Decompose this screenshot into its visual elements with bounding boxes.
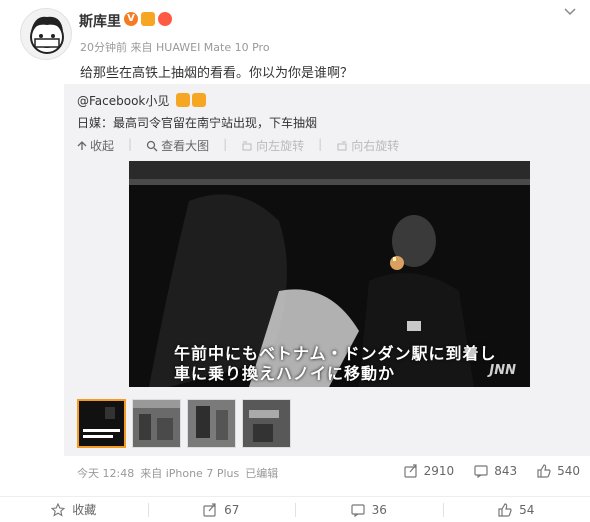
rotate-right-button[interactable]: 向右旋转 bbox=[336, 137, 399, 154]
username[interactable]: 斯库里 bbox=[79, 11, 121, 31]
comment-icon bbox=[474, 465, 488, 478]
avatar-cartoon-icon bbox=[30, 16, 64, 54]
original-post-meta: 今天 12:48 来自 iPhone 7 Plus 已编辑 bbox=[77, 465, 278, 481]
thumbs-up-icon bbox=[537, 464, 551, 478]
original-like-button[interactable]: 540 bbox=[537, 464, 580, 478]
post-text: 给那些在高铁上抽烟的看看。你以为你是谁啊？ bbox=[80, 66, 354, 81]
original-post-source: 来自 iPhone 7 Plus bbox=[140, 467, 240, 480]
favorite-button[interactable]: 收藏 bbox=[0, 497, 148, 522]
verified-icon[interactable]: V bbox=[124, 12, 138, 26]
broadcaster-watermark: JNN bbox=[489, 363, 516, 378]
original-author-link[interactable]: @Facebook小见 bbox=[77, 92, 169, 109]
rotate-right-icon bbox=[337, 141, 347, 150]
arrow-up-icon bbox=[77, 140, 87, 150]
original-post-time[interactable]: 今天 12:48 bbox=[77, 465, 134, 481]
chevron-down-icon[interactable] bbox=[564, 8, 576, 16]
view-large-button[interactable]: 查看大图 bbox=[146, 137, 209, 154]
like-button[interactable]: 54 bbox=[442, 497, 590, 522]
user-badges: V bbox=[124, 12, 172, 26]
verified-icon[interactable] bbox=[176, 93, 190, 107]
post-meta: 20分钟前 来自 HUAWEI Mate 10 Pro bbox=[80, 41, 270, 54]
member-crown-icon[interactable] bbox=[192, 93, 206, 107]
divider: | bbox=[318, 137, 323, 151]
thumbnail-3[interactable] bbox=[187, 399, 236, 448]
original-post-text: 日媒：最高司令官留在南宁站出现，下车抽烟 bbox=[77, 116, 318, 130]
member-crown-icon[interactable] bbox=[141, 12, 155, 26]
collapse-button[interactable]: 收起 bbox=[77, 137, 114, 154]
repost-icon bbox=[203, 502, 216, 517]
thumbnail-1[interactable] bbox=[77, 399, 126, 448]
rotate-left-button[interactable]: 向左旋转 bbox=[241, 137, 304, 154]
star-icon bbox=[51, 502, 66, 517]
divider: | bbox=[128, 137, 133, 151]
comment-icon bbox=[351, 503, 365, 517]
thumbnail-strip bbox=[77, 399, 291, 448]
repost-block: @Facebook小见 日媒：最高司令官留在南宁站出现，下车抽烟 收起 | 查看… bbox=[64, 84, 590, 480]
avatar[interactable] bbox=[20, 8, 72, 60]
main-photo[interactable]: 午前中にもベトナム・ドンダン駅に到着し 車に乗り換えハノイに移動か JNN bbox=[129, 161, 530, 387]
thumbs-up-icon bbox=[498, 502, 512, 517]
original-post-stats: 2910 843 540 bbox=[404, 464, 580, 478]
subtitle-line-2: 車に乗り換えハノイに移動か bbox=[174, 364, 396, 383]
level-badge-icon[interactable] bbox=[158, 12, 172, 26]
magnify-icon bbox=[146, 140, 158, 151]
action-bar: 收藏 67 36 54 bbox=[0, 496, 590, 522]
original-repost-button[interactable]: 2910 bbox=[404, 464, 454, 478]
image-toolbar: 收起 | 查看大图 | 向左旋转 | 向右旋转 bbox=[77, 137, 399, 154]
edited-label[interactable]: 已编辑 bbox=[245, 465, 278, 481]
repost-button[interactable]: 67 bbox=[147, 497, 296, 522]
repost-icon bbox=[404, 464, 417, 478]
thumbnail-4[interactable] bbox=[242, 399, 291, 448]
original-author-badges bbox=[176, 93, 206, 107]
original-comment-button[interactable]: 843 bbox=[474, 464, 517, 478]
rotate-left-icon bbox=[242, 141, 252, 150]
comment-button[interactable]: 36 bbox=[295, 497, 443, 522]
divider: | bbox=[223, 137, 228, 151]
thumbnail-2[interactable] bbox=[132, 399, 181, 448]
